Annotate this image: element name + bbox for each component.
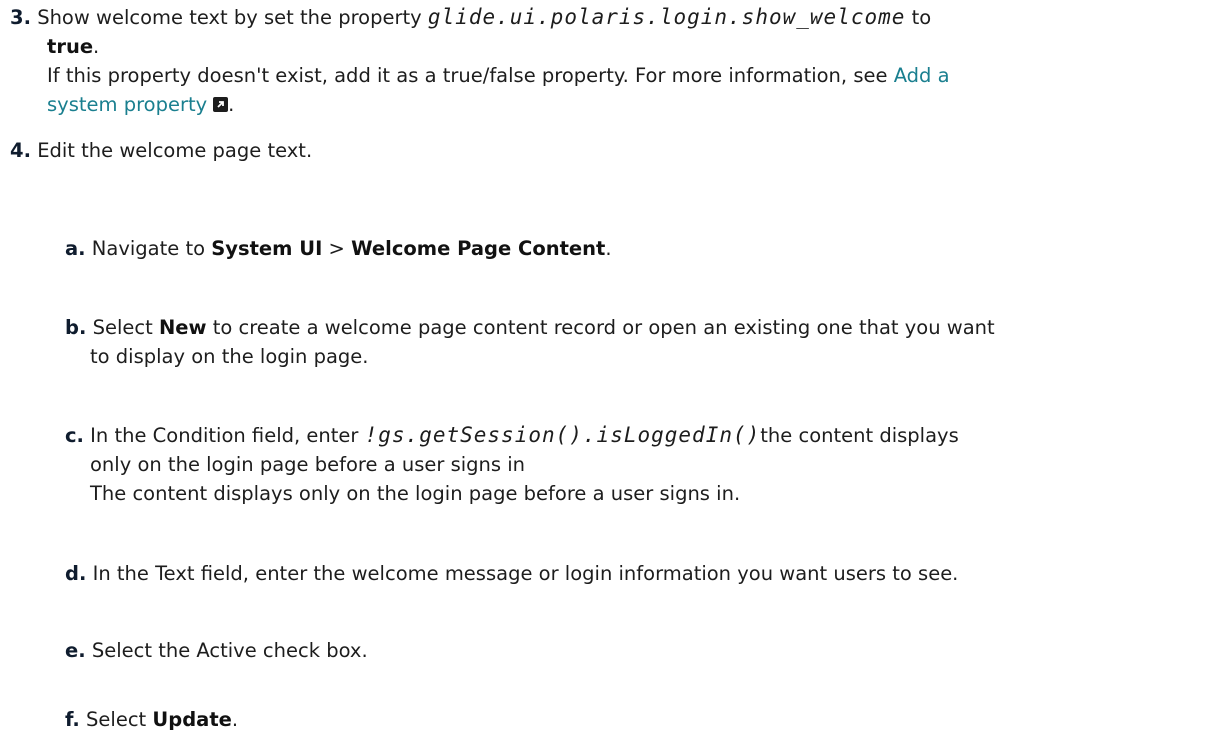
add-system-property-link-part-1[interactable]: Add a (894, 64, 950, 87)
property-value: true (47, 35, 94, 58)
property-name: glide.ui.polaris.login.show_welcome (427, 5, 906, 29)
sub-step-d-body: d. In the Text field, enter the welcome … (65, 559, 1200, 588)
sub-step-f: f. Select Update. (65, 705, 1200, 734)
sub-step-c-line-1: c. In the Condition field, enter !gs.get… (65, 421, 1200, 450)
sub-step-c: c. In the Condition field, enter !gs.get… (65, 421, 1200, 508)
sub-step-a-text: Navigate to (91, 237, 206, 260)
sub-step-d: d. In the Text field, enter the welcome … (65, 559, 1200, 588)
sub-step-b-text: Select (92, 316, 153, 339)
sub-step-a-line: a. Navigate to System UI > Welcome Page … (65, 234, 1200, 263)
sub-step-b-body: b. Select New to create a welcome page c… (65, 313, 1200, 371)
sub-step-f-text: Select (86, 708, 147, 731)
link-period: . (228, 93, 235, 116)
step-4-line: 4. Edit the welcome page text. (10, 136, 1200, 165)
add-system-property-link[interactable]: system property (47, 93, 207, 116)
sub-step-b-line-2: to display on the login page. (90, 345, 369, 368)
sub-step-e: e. Select the Active check box. (65, 636, 1200, 665)
step-4-text: Edit the welcome page text. (37, 139, 313, 162)
sub-step-d-text: In the Text field, enter the welcome mes… (92, 562, 959, 585)
step-3-note-line-1: If this property doesn't exist, add it a… (47, 61, 1200, 90)
condition-code: !gs.getSession().isLoggedIn() (364, 423, 761, 447)
step-3-to: to (911, 6, 932, 29)
sub-step-e-line: e. Select the Active check box. (65, 636, 1200, 665)
sub-step-d-number: d. (65, 562, 87, 585)
step-4-body: 4. Edit the welcome page text. (10, 136, 1200, 165)
external-link-icon[interactable] (213, 97, 229, 112)
sub-step-f-period: . (231, 708, 239, 731)
menu-system-ui: System UI (211, 237, 323, 260)
sub-step-d-line: d. In the Text field, enter the welcome … (65, 559, 1200, 588)
sub-step-f-line: f. Select Update. (65, 705, 1200, 734)
step-3-note-line-2: system property. (47, 90, 1200, 119)
step-3-number: 3. (10, 6, 31, 29)
sub-step-f-number: f. (65, 708, 80, 731)
sub-step-a-body: a. Navigate to System UI > Welcome Page … (65, 234, 1200, 263)
sub-step-c-line-2: only on the login page before a user sig… (90, 453, 526, 476)
sub-step-b-number: b. (65, 316, 87, 339)
step-3-line-2: true. (47, 32, 1200, 61)
step-3-period: . (93, 35, 100, 58)
update-button-label: Update (152, 708, 232, 731)
sub-step-c-text-after: the content displays (760, 424, 959, 447)
sub-step-c-number: c. (65, 424, 84, 447)
sub-step-b-text-after: to create a welcome page content record … (212, 316, 995, 339)
sub-step-c-text: In the Condition field, enter (90, 424, 359, 447)
sub-step-b: b. Select New to create a welcome page c… (65, 313, 1200, 371)
sub-step-f-body: f. Select Update. (65, 705, 1200, 734)
menu-welcome-page-content: Welcome Page Content (351, 237, 606, 260)
new-button-label: New (158, 316, 207, 339)
sub-step-b-line-1: b. Select New to create a welcome page c… (65, 313, 1200, 342)
sub-step-a-period: . (605, 237, 612, 260)
step-3-text: Show welcome text by set the property (37, 6, 422, 29)
sub-step-e-body: e. Select the Active check box. (65, 636, 1200, 665)
step-4: 4. Edit the welcome page text. (10, 136, 1200, 165)
sub-step-c-body: c. In the Condition field, enter !gs.get… (65, 421, 1200, 508)
sub-step-e-number: e. (65, 639, 86, 662)
sub-step-a: a. Navigate to System UI > Welcome Page … (65, 234, 1200, 263)
step-3-body: 3. Show welcome text by set the property… (10, 3, 1200, 119)
sub-step-a-number: a. (65, 237, 86, 260)
step-3-note: If this property doesn't exist, add it a… (47, 64, 888, 87)
sub-step-c-line-3: The content displays only on the login p… (90, 482, 741, 505)
menu-separator: > (328, 237, 345, 260)
sub-step-e-text: Select the Active check box. (91, 639, 368, 662)
step-4-number: 4. (10, 139, 31, 162)
step-3: 3. Show welcome text by set the property… (10, 3, 1200, 119)
step-3-line-1: 3. Show welcome text by set the property… (10, 3, 1200, 32)
